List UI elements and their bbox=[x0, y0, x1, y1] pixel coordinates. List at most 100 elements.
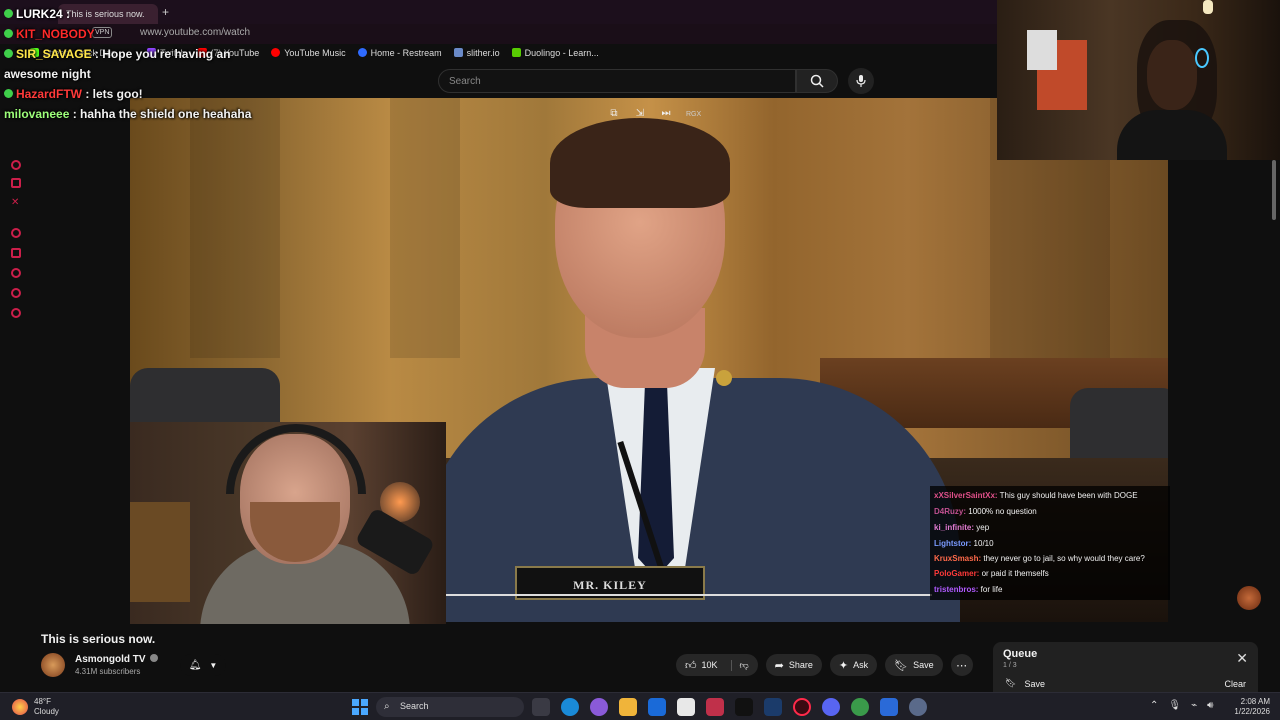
overlay-chat-message: LURK24 : bbox=[4, 4, 264, 24]
sidebar-icon[interactable] bbox=[11, 268, 21, 278]
bookmark-item[interactable]: YouTube Music bbox=[271, 48, 346, 58]
discord-icon[interactable] bbox=[822, 698, 840, 716]
overlay-chat-message: SIR_SAVAGE : Hope you're having an aweso… bbox=[4, 47, 231, 81]
cast-icon[interactable]: ⇲ bbox=[634, 108, 646, 120]
voice-search-button[interactable] bbox=[848, 68, 874, 94]
settings-icon[interactable] bbox=[909, 698, 927, 716]
share-icon: ➦ bbox=[774, 659, 784, 672]
windows-start-icon[interactable] bbox=[352, 699, 368, 715]
folder-icon[interactable] bbox=[619, 698, 637, 716]
bookmark-item[interactable]: Home - Restream bbox=[357, 48, 442, 58]
next-icon[interactable]: ⏭ bbox=[660, 108, 672, 120]
dislike-icon[interactable]: 👎︎ bbox=[730, 659, 749, 671]
chevron-up-icon[interactable]: ⌃ bbox=[1150, 700, 1158, 711]
webcam-face bbox=[1147, 40, 1197, 110]
sidebar-icon[interactable] bbox=[11, 160, 21, 170]
x-app-icon[interactable] bbox=[735, 698, 753, 716]
sparkle-icon: ✦ bbox=[838, 659, 849, 672]
slither-icon bbox=[453, 48, 463, 57]
pip-icon[interactable]: ⧉ bbox=[608, 108, 620, 120]
sidebar-icon[interactable] bbox=[11, 178, 21, 188]
stream-chat-overlay: xXSilverSaintXx: This guy should have be… bbox=[930, 486, 1170, 600]
headphones-icon bbox=[226, 424, 366, 494]
app-icon[interactable] bbox=[706, 698, 724, 716]
close-icon[interactable]: ✕ bbox=[1236, 650, 1248, 667]
settings-icon[interactable] bbox=[11, 308, 21, 318]
queue-title: Queue bbox=[1003, 648, 1038, 660]
reactor-webcam bbox=[997, 0, 1280, 160]
chat-username: xXSilverSaintXx: bbox=[934, 491, 998, 500]
search-input[interactable]: Search bbox=[438, 69, 796, 93]
subscribe-notification-button[interactable]: 🔔︎ ▼ bbox=[180, 654, 226, 676]
copilot-icon[interactable] bbox=[590, 698, 608, 716]
webcam-poster bbox=[1027, 30, 1057, 70]
video-progress-bar[interactable] bbox=[446, 594, 932, 596]
sidebar-icon[interactable] bbox=[11, 228, 21, 238]
thumbs-up-icon: 👍︎ bbox=[685, 659, 697, 672]
video-overlay-controls: ⧉ ⇲ ⏭ RGX bbox=[608, 108, 701, 120]
restream-icon bbox=[357, 48, 367, 57]
volume-icon[interactable]: 🔊︎ bbox=[1207, 700, 1213, 711]
network-icon[interactable]: ⌁ bbox=[1191, 700, 1197, 711]
mail-icon[interactable] bbox=[648, 698, 666, 716]
chat-username: PoloGamer: bbox=[934, 569, 980, 578]
chat-message: D4Ruzy: 1000% no question bbox=[934, 507, 1037, 516]
bookmark-icon: 🔖︎ bbox=[1005, 678, 1017, 688]
save-button[interactable]: 🔖︎ Save bbox=[885, 654, 943, 676]
overlay-chat-message: HazardFTW : lets goo! bbox=[4, 84, 264, 104]
system-tray: ⌃ 🎙︎ ⌁ 🔊︎ bbox=[1150, 700, 1213, 711]
x-icon[interactable]: ✕ bbox=[11, 198, 21, 208]
chrome-icon[interactable] bbox=[851, 698, 869, 716]
task-view-icon[interactable] bbox=[532, 698, 550, 716]
bookmark-item[interactable]: Duolingo - Learn... bbox=[511, 48, 599, 58]
queue-save-button[interactable]: 🔖︎ Save bbox=[1005, 678, 1045, 689]
avatar[interactable] bbox=[41, 653, 65, 677]
taskbar-search[interactable]: ⌕ Search bbox=[376, 697, 524, 717]
opera-icon[interactable] bbox=[793, 698, 811, 716]
more-options-button[interactable]: ⋯ bbox=[950, 654, 973, 676]
chat-message: KruxSmash: they never go to jail, so why… bbox=[934, 554, 1145, 563]
avatar[interactable] bbox=[1237, 586, 1261, 610]
store-icon[interactable] bbox=[677, 698, 695, 716]
bell-icon: 🔔︎ bbox=[188, 659, 202, 671]
weather-widget[interactable]: 48°F Cloudy bbox=[12, 697, 59, 717]
streamer-webcam bbox=[130, 422, 446, 624]
rgx-label[interactable]: RGX bbox=[686, 111, 701, 118]
ask-button[interactable]: ✦ Ask bbox=[829, 654, 878, 676]
chat-message: tristenbros: for life bbox=[934, 585, 1003, 594]
chat-message: ki_infinite: yep bbox=[934, 523, 990, 532]
overlay-chat: LURK24 : KIT_NOBODY SIR_SAVAGE : Hope yo… bbox=[4, 4, 264, 124]
bookmark-item[interactable]: slither.io bbox=[453, 48, 500, 58]
nameplate-text: MR. KILEY bbox=[573, 578, 647, 592]
queue-clear-button[interactable]: Clear bbox=[1224, 679, 1246, 689]
webcam-shelf bbox=[130, 502, 190, 602]
badge-icon bbox=[4, 29, 13, 38]
bookmark-icon: 🔖︎ bbox=[894, 659, 909, 672]
chevron-down-icon: ▼ bbox=[209, 660, 218, 670]
badge-icon bbox=[4, 9, 13, 18]
webcam-headphone bbox=[1195, 48, 1209, 68]
scrollbar[interactable] bbox=[1272, 160, 1276, 220]
subscriber-count: 4.31M subscribers bbox=[75, 667, 141, 676]
search-button[interactable] bbox=[796, 69, 838, 93]
webcam-lamp bbox=[1203, 0, 1213, 14]
steam-icon[interactable] bbox=[764, 698, 782, 716]
microphone-icon[interactable]: 🎙︎ bbox=[1168, 700, 1181, 711]
app-icon[interactable] bbox=[880, 698, 898, 716]
channel-name[interactable]: Asmongold TV bbox=[75, 654, 158, 665]
congress-pin bbox=[716, 370, 732, 386]
search-icon: ⌕ bbox=[384, 701, 390, 712]
share-button[interactable]: ➦ Share bbox=[765, 654, 822, 676]
queue-panel: Queue 1 / 3 ✕ 🔖︎ Save Clear bbox=[993, 642, 1258, 692]
chat-username: ki_infinite: bbox=[934, 523, 975, 532]
video-wood-panel bbox=[190, 98, 280, 358]
verified-icon bbox=[149, 654, 158, 662]
overlay-chat-message: KIT_NOBODY bbox=[4, 24, 264, 44]
chat-message: PoloGamer: or paid it themselfs bbox=[934, 569, 1049, 578]
sidebar-icon[interactable] bbox=[11, 288, 21, 298]
sidebar-icon[interactable] bbox=[11, 248, 21, 258]
like-button[interactable]: 👍︎ 10K 👎︎ bbox=[676, 654, 758, 676]
clock[interactable]: 2:08 AM 1/22/2026 bbox=[1226, 697, 1270, 717]
chat-message: Lightstor: 10/10 bbox=[934, 539, 994, 548]
edge-icon[interactable] bbox=[561, 698, 579, 716]
